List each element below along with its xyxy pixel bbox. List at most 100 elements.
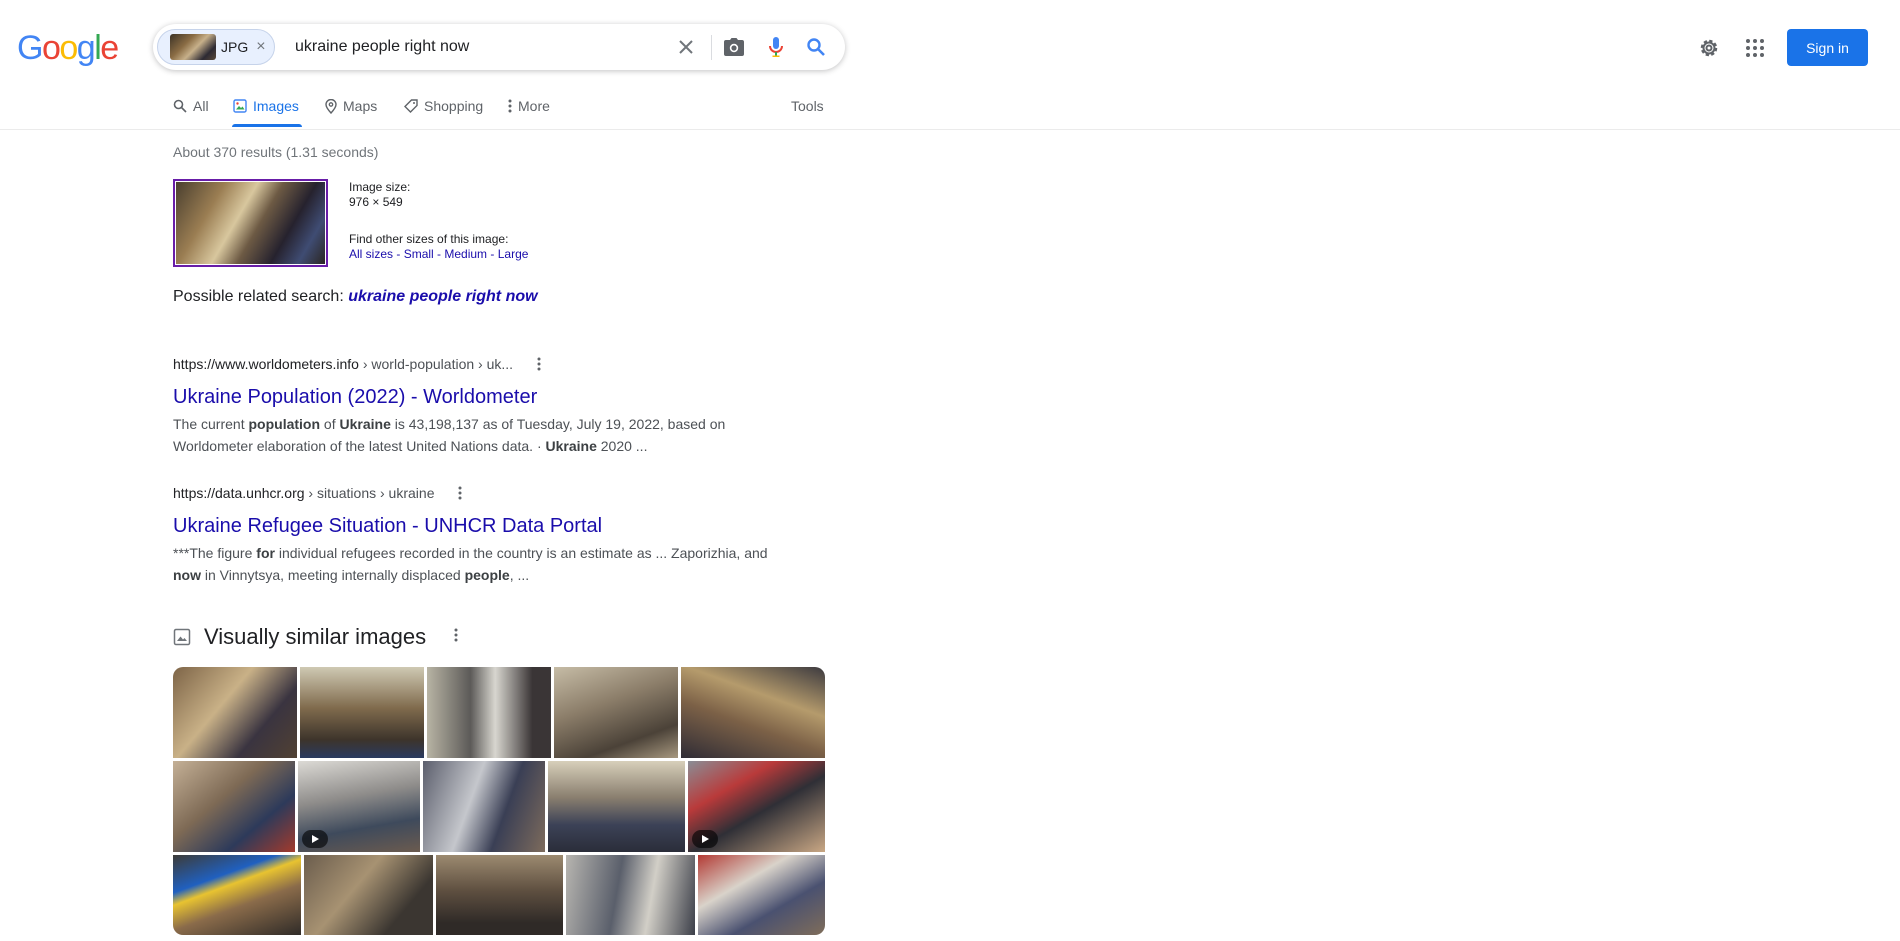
small-size-link[interactable]: Small: [404, 247, 434, 261]
similar-image-thumbnail[interactable]: [681, 667, 825, 758]
size-separator: -: [393, 247, 404, 261]
similar-image-thumbnail[interactable]: [427, 667, 551, 758]
image-size-label: Image size:: [349, 180, 411, 194]
google-search-page: Google JPG × ukraine people right now Si…: [0, 0, 1900, 941]
result-breadcrumb: › world-population › uk...: [358, 356, 514, 372]
tab-more[interactable]: More: [508, 98, 550, 114]
result-breadcrumb: › situations › ukraine: [304, 485, 435, 501]
result-snippet: The current population of Ukraine is 43,…: [173, 413, 813, 457]
result-url[interactable]: https://data.unhcr.org › situations › uk…: [173, 485, 813, 501]
medium-size-link[interactable]: Medium: [444, 247, 487, 261]
tab-label: Images: [253, 98, 299, 114]
map-pin-icon: [325, 98, 337, 114]
snippet-text: of: [320, 416, 340, 432]
similar-image-thumbnail[interactable]: [688, 761, 825, 852]
similar-image-thumbnail[interactable]: [436, 855, 563, 935]
camera-icon[interactable]: [722, 35, 746, 59]
similar-image-thumbnail[interactable]: [698, 855, 825, 935]
logo-letter: e: [100, 29, 119, 67]
result-domain: https://www.worldometers.info: [173, 356, 359, 372]
tab-label: More: [518, 98, 550, 114]
images-icon: [233, 99, 247, 113]
visually-similar-header: Visually similar images: [173, 624, 464, 650]
snippet-bold: Ukraine: [339, 416, 391, 432]
similar-image-thumbnail[interactable]: [173, 855, 301, 935]
similar-image-thumbnail[interactable]: [173, 667, 297, 758]
snippet-text: , ...: [509, 567, 530, 583]
snippet-text: 2020 ...: [596, 438, 648, 454]
snippet-text: in Vinnytsya, meeting internally displac…: [201, 567, 465, 583]
snippet-bold: Ukraine: [545, 438, 597, 454]
header: Google JPG × ukraine people right now Si…: [0, 0, 1900, 130]
similar-image-thumbnail[interactable]: [300, 667, 424, 758]
image-size-info: Image size: 976 × 549: [349, 180, 410, 210]
similar-images-grid: [173, 667, 825, 935]
result-domain: https://data.unhcr.org: [173, 485, 305, 501]
logo-letter: g: [76, 29, 96, 67]
similar-image-thumbnail[interactable]: [566, 855, 695, 935]
tab-label: Shopping: [424, 98, 484, 114]
size-separator: -: [487, 247, 498, 261]
result-url[interactable]: https://www.worldometers.info › world-po…: [173, 356, 813, 372]
large-size-link[interactable]: Large: [498, 247, 529, 261]
tab-label: All: [193, 98, 209, 114]
sign-in-button[interactable]: Sign in: [1787, 29, 1868, 66]
snippet-text: ***The figure: [173, 545, 257, 561]
section-menu-icon[interactable]: [448, 627, 464, 648]
search-result: https://www.worldometers.info › world-po…: [173, 356, 813, 457]
tab-images[interactable]: Images: [233, 98, 299, 114]
search-box[interactable]: JPG × ukraine people right now: [153, 24, 845, 70]
result-stats: About 370 results (1.31 seconds): [173, 144, 379, 160]
tab-label: Maps: [343, 98, 378, 114]
image-icon: [173, 628, 191, 646]
search-divider: [711, 35, 712, 60]
all-sizes-link[interactable]: All sizes: [349, 247, 393, 261]
snippet-text: Worldometer elaboration of the latest Un…: [173, 438, 546, 454]
result-title-link[interactable]: Ukraine Population (2022) - Worldometer: [173, 384, 813, 410]
clear-search-icon[interactable]: [674, 35, 698, 59]
snippet-text: The current: [173, 416, 249, 432]
search-icon[interactable]: [804, 35, 828, 59]
related-search-prefix: Possible related search:: [173, 288, 349, 305]
snippet-bold: people: [464, 567, 510, 583]
logo-letter: G: [17, 29, 43, 67]
remove-image-icon[interactable]: ×: [256, 38, 265, 56]
search-result: https://data.unhcr.org › situations › uk…: [173, 485, 813, 586]
microphone-icon[interactable]: [764, 35, 788, 59]
snippet-text: individual refugees recorded in the coun…: [274, 545, 768, 561]
result-title-link[interactable]: Ukraine Refugee Situation - UNHCR Data P…: [173, 513, 813, 539]
tools-button[interactable]: Tools: [791, 98, 824, 114]
query-image: [176, 182, 325, 264]
query-image-preview[interactable]: [173, 179, 328, 267]
snippet-bold: now: [173, 567, 201, 583]
google-logo[interactable]: Google: [17, 29, 119, 68]
visually-similar-title: Visually similar images: [204, 624, 427, 649]
similar-image-thumbnail[interactable]: [304, 855, 433, 935]
snippet-bold: for: [256, 545, 275, 561]
result-menu-icon[interactable]: [452, 485, 468, 501]
tab-maps[interactable]: Maps: [325, 98, 377, 114]
similar-image-thumbnail[interactable]: [423, 761, 545, 852]
image-format-label: JPG: [221, 39, 249, 55]
related-search: Possible related search: ukraine people …: [173, 288, 538, 306]
similar-image-thumbnail[interactable]: [298, 761, 420, 852]
tab-all[interactable]: All: [173, 98, 209, 114]
search-icon: [173, 99, 187, 113]
related-search-link[interactable]: ukraine people right now: [348, 288, 537, 305]
image-query-chip[interactable]: JPG ×: [157, 29, 275, 65]
logo-letter: o: [41, 29, 61, 67]
more-vert-icon: [508, 99, 512, 113]
tab-shopping[interactable]: Shopping: [404, 98, 483, 114]
settings-gear-icon[interactable]: [1697, 36, 1721, 60]
similar-image-thumbnail[interactable]: [173, 761, 295, 852]
active-tab-indicator: [232, 124, 302, 127]
other-sizes-info: Find other sizes of this image: All size…: [349, 232, 528, 262]
similar-image-thumbnail[interactable]: [554, 667, 678, 758]
result-menu-icon[interactable]: [531, 356, 547, 372]
video-play-icon: [692, 830, 718, 848]
similar-image-thumbnail[interactable]: [548, 761, 685, 852]
search-input[interactable]: ukraine people right now: [295, 38, 469, 56]
google-apps-icon[interactable]: [1743, 36, 1767, 60]
logo-letter: o: [59, 29, 78, 67]
video-play-icon: [302, 830, 328, 848]
